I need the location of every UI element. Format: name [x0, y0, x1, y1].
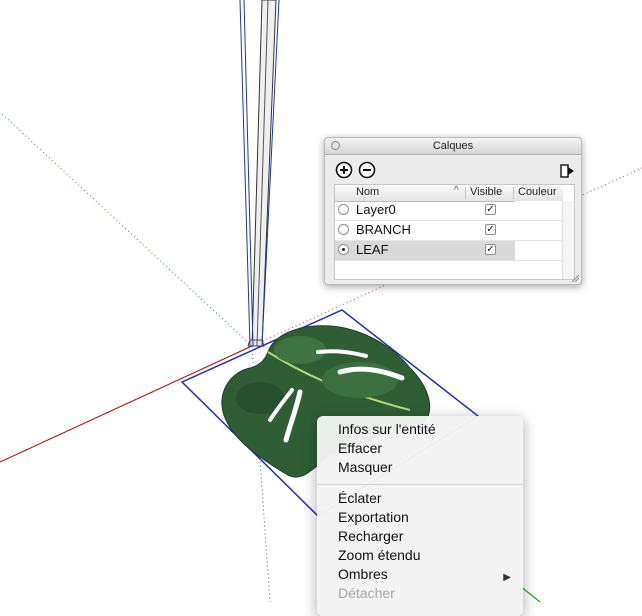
menu-item-reload[interactable]: Recharger [338, 528, 403, 544]
column-name-header[interactable]: Nom [356, 186, 379, 198]
active-layer-radio[interactable] [338, 244, 349, 255]
layer-color-swatch[interactable] [515, 201, 563, 220]
layer-name[interactable]: Layer0 [356, 202, 396, 217]
submenu-arrow-icon: ▶ [503, 572, 511, 583]
sort-ascending-icon[interactable]: ^ [454, 185, 459, 196]
active-layer-radio[interactable] [338, 204, 349, 215]
menu-item-entity-info[interactable]: Infos sur l'entité [338, 421, 436, 437]
layer-row-branch[interactable]: BRANCH ✓ [335, 221, 563, 241]
menu-item-detach: Détacher [338, 585, 395, 601]
visible-checkbox[interactable]: ✓ [485, 244, 496, 255]
resize-grip-icon[interactable] [571, 274, 579, 282]
menu-separator [317, 484, 523, 485]
menu-item-explode[interactable]: Éclater [338, 490, 382, 506]
menu-item-zoom-extents[interactable]: Zoom étendu [338, 547, 421, 563]
layers-panel-title: Calques [432, 140, 474, 152]
layer-details-icon[interactable] [558, 162, 576, 180]
red-axis [0, 345, 253, 463]
layer-color-swatch[interactable] [515, 241, 563, 260]
add-layer-button[interactable] [335, 161, 353, 179]
green-axis-dotted [0, 111, 253, 347]
layers-table: Nom ^ Visible Couleur Layer0 ✓ BRANCH ✓ [334, 184, 575, 280]
column-color-header[interactable]: Couleur [518, 186, 557, 198]
layers-panel-titlebar[interactable]: Calques [325, 138, 581, 155]
visible-checkbox[interactable]: ✓ [485, 224, 496, 235]
layer-color-swatch[interactable] [515, 221, 563, 240]
layers-table-body: Layer0 ✓ BRANCH ✓ LEAF ✓ [335, 201, 563, 261]
layers-panel: Calques Nom ^ Visible Couleur Layer0 ✓ B… [324, 137, 582, 285]
layers-table-header: Nom ^ Visible Couleur [335, 185, 563, 202]
layer-row-layer0[interactable]: Layer0 ✓ [335, 201, 563, 221]
layer-name[interactable]: BRANCH [356, 222, 411, 237]
green-axis [519, 585, 541, 602]
column-visible-header[interactable]: Visible [470, 186, 502, 198]
menu-item-shadows[interactable]: Ombres [338, 566, 388, 582]
vertical-scrollbar[interactable] [562, 201, 574, 279]
layer-row-leaf[interactable]: LEAF ✓ [335, 241, 563, 261]
branch-component[interactable] [239, 0, 280, 347]
visible-checkbox[interactable]: ✓ [485, 204, 496, 215]
context-menu: Infos sur l'entité Effacer Masquer Éclat… [317, 416, 523, 616]
menu-item-export[interactable]: Exportation [338, 509, 409, 525]
layer-name[interactable]: LEAF [356, 242, 389, 257]
menu-item-erase[interactable]: Effacer [338, 440, 382, 456]
active-layer-radio[interactable] [338, 224, 349, 235]
remove-layer-button[interactable] [358, 161, 376, 179]
menu-item-hide[interactable]: Masquer [338, 459, 392, 475]
